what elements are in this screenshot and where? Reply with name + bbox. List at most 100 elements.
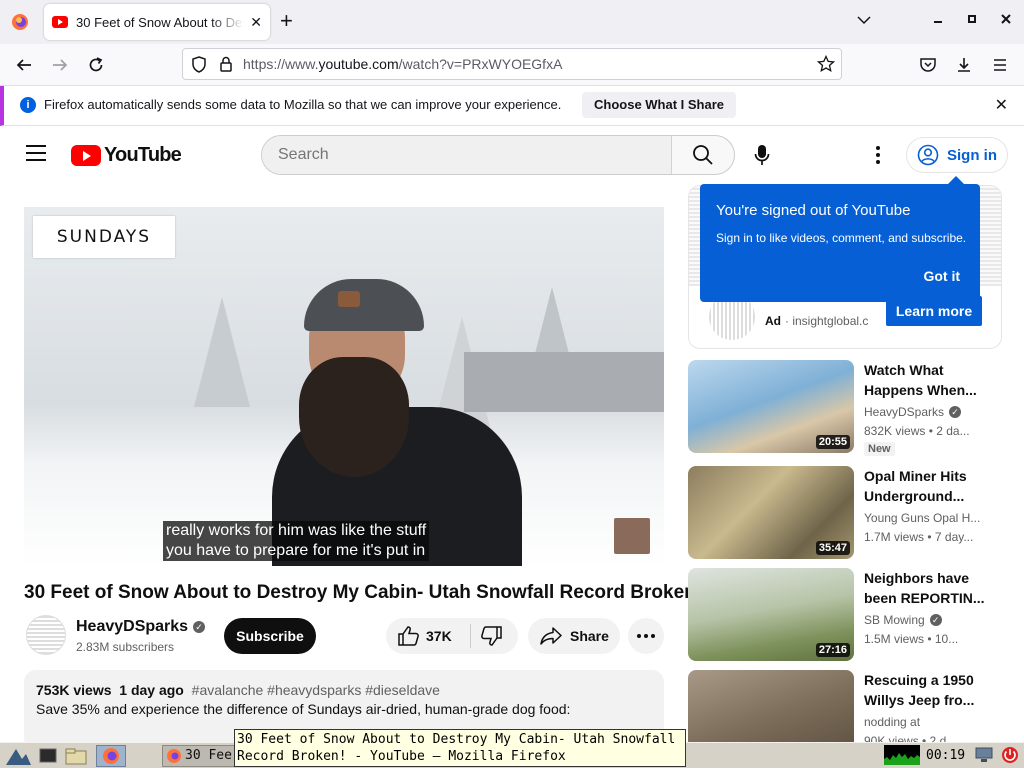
upload-age: 1 day ago — [119, 682, 184, 698]
recommendation-views: 1.7M views • 7 day... — [864, 530, 974, 544]
reload-icon[interactable] — [84, 53, 108, 77]
recommendation-item[interactable]: 35:47 Opal Miner Hits Underground... You… — [688, 466, 1002, 562]
video-caption: really works for him was like the stuff … — [163, 521, 430, 561]
maximize-icon[interactable] — [966, 12, 978, 28]
network-icon[interactable] — [974, 746, 994, 769]
recommendation-title: Watch What Happens When... — [864, 362, 977, 398]
recommendation-item[interactable]: 27:16 Neighbors have been REPORTIN... SB… — [688, 568, 1002, 664]
power-icon[interactable] — [1000, 746, 1020, 769]
thumbs-up-icon — [398, 626, 419, 646]
choose-what-i-share-button[interactable]: Choose What I Share — [582, 92, 737, 118]
app-menu-icon[interactable] — [988, 53, 1012, 77]
subscriber-count: 2.83M subscribers — [76, 640, 175, 654]
recommendation-title: Opal Miner Hits Underground... — [864, 468, 967, 504]
video-duration: 20:55 — [815, 435, 850, 449]
background-building — [464, 352, 664, 412]
subscribe-button[interactable]: Subscribe — [224, 618, 316, 654]
firefox-menu-icon[interactable] — [8, 10, 32, 34]
caption-line: really works for him was like the stuff — [166, 522, 427, 539]
search-box[interactable]: Search — [261, 135, 735, 175]
like-count: 37K — [426, 628, 452, 644]
guide-menu-icon[interactable] — [26, 145, 46, 161]
dislike-button[interactable] — [480, 626, 502, 651]
like-button[interactable]: 37K — [398, 626, 452, 646]
video-player[interactable]: SUNDAYS really works for him was like th… — [24, 207, 664, 566]
view-count: 753K views — [36, 682, 112, 698]
account-circle-icon — [917, 144, 939, 166]
tab-youtube-video[interactable]: 30 Feet of Snow About to Destroy My Cabi… — [44, 4, 270, 40]
pocket-icon[interactable] — [916, 53, 940, 77]
recommendation-item[interactable]: 20:55 Watch What Happens When... HeavyDS… — [688, 360, 1002, 456]
window-close-icon[interactable] — [1000, 12, 1012, 28]
video-thumbnail[interactable]: 35:47 — [688, 466, 854, 559]
search-input[interactable]: Search — [262, 136, 672, 174]
terminal-icon[interactable] — [38, 745, 58, 767]
cpu-monitor-graph[interactable] — [884, 745, 920, 765]
firefox-task-icon — [166, 748, 182, 766]
shield-icon[interactable] — [191, 56, 207, 79]
video-thumbnail[interactable]: 27:16 — [688, 568, 854, 661]
video-thumbnail[interactable]: 20:55 — [688, 360, 854, 453]
caption-line: you have to prepare for me it's put in — [166, 542, 426, 559]
notification-close-icon[interactable]: ✕ — [995, 95, 1008, 115]
tooltip-line: Record Broken! - YouTube — Mozilla Firef… — [237, 749, 566, 764]
more-actions-icon[interactable] — [628, 618, 664, 654]
tooltip-title: You're signed out of YouTube — [716, 202, 911, 219]
task-label: 30 Fee — [185, 748, 232, 763]
file-manager-icon[interactable] — [64, 745, 88, 767]
taskbar-firefox-task[interactable]: 30 Fee — [162, 745, 236, 767]
share-label: Share — [570, 628, 609, 644]
sign-in-button[interactable]: Sign in — [906, 137, 1008, 173]
browser-tab-bar: 30 Feet of Snow About to Destroy My Cabi… — [0, 0, 1024, 44]
share-button[interactable]: Share — [528, 618, 620, 654]
taskbar-clock: 00:19 — [926, 748, 966, 763]
microphone-icon[interactable] — [748, 141, 776, 169]
taskbar-window-tooltip: 30 Feet of Snow About to Destroy My Cabi… — [234, 729, 686, 767]
recommendation-views: 1.5M views • 10... — [864, 632, 959, 646]
hashtags[interactable]: #avalanche #heavydsparks #dieseldave — [192, 682, 440, 698]
recommendation-channel: nodding at — [864, 715, 921, 729]
firefox-launcher-icon[interactable] — [96, 745, 126, 767]
verified-check-icon: ✓ — [929, 614, 942, 626]
youtube-favicon-icon — [52, 16, 68, 28]
learn-more-button[interactable]: Learn more — [886, 296, 982, 326]
list-all-tabs-icon[interactable] — [856, 12, 872, 33]
forward-arrow-icon[interactable] — [48, 53, 72, 77]
recommendation-channel: SB Mowing ✓ — [864, 613, 942, 627]
telemetry-notification-bar: i Firefox automatically sends some data … — [0, 86, 1024, 126]
got-it-button[interactable]: Got it — [923, 268, 960, 284]
youtube-logo-text: YouTube — [104, 144, 182, 166]
recommendation-title: Neighbors have been REPORTIN... — [864, 570, 985, 606]
channel-avatar[interactable] — [26, 615, 66, 655]
youtube-header: YouTube Search Sign in — [0, 127, 1024, 183]
tooltip-line: 30 Feet of Snow About to Destroy My Cabi… — [237, 732, 676, 747]
minimize-icon[interactable] — [932, 12, 944, 28]
ad-info: Ad · insightglobal.c — [765, 314, 868, 328]
verified-check-icon: ✓ — [193, 621, 206, 633]
channel-name-link[interactable]: HeavyDSparks ✓ — [76, 618, 206, 636]
tab-close-icon[interactable]: ✕ — [250, 14, 262, 31]
recommendation-title: Rescuing a 1950 Willys Jeep fro... — [864, 672, 975, 708]
sundays-brand-overlay: SUNDAYS — [33, 216, 175, 258]
like-dislike-bar: 37K — [386, 618, 518, 654]
tooltip-body: Sign in to like videos, comment, and sub… — [716, 231, 967, 245]
share-arrow-icon — [540, 627, 562, 645]
signed-out-tooltip: You're signed out of YouTube Sign in to … — [700, 176, 980, 302]
downloads-icon[interactable] — [952, 53, 976, 77]
start-menu-icon[interactable] — [4, 745, 32, 767]
youtube-play-icon — [71, 145, 101, 166]
channel-watermark[interactable] — [614, 518, 650, 554]
sign-in-label: Sign in — [947, 146, 997, 164]
channel-name: HeavyDSparks — [76, 618, 189, 635]
bookmark-star-icon[interactable] — [816, 54, 836, 78]
new-tab-icon[interactable]: + — [280, 10, 293, 32]
lock-icon[interactable] — [219, 56, 233, 77]
video-duration: 27:16 — [815, 643, 850, 657]
address-bar[interactable]: https://www.youtube.com/watch?v=PRxWYOEG… — [182, 48, 842, 80]
search-icon[interactable] — [672, 136, 734, 174]
settings-more-icon[interactable] — [866, 143, 890, 167]
youtube-logo[interactable]: YouTube — [71, 144, 182, 167]
recommendation-channel: HeavyDSparks ✓ — [864, 405, 962, 419]
snowy-tree — [194, 297, 250, 407]
back-arrow-icon[interactable] — [12, 53, 36, 77]
